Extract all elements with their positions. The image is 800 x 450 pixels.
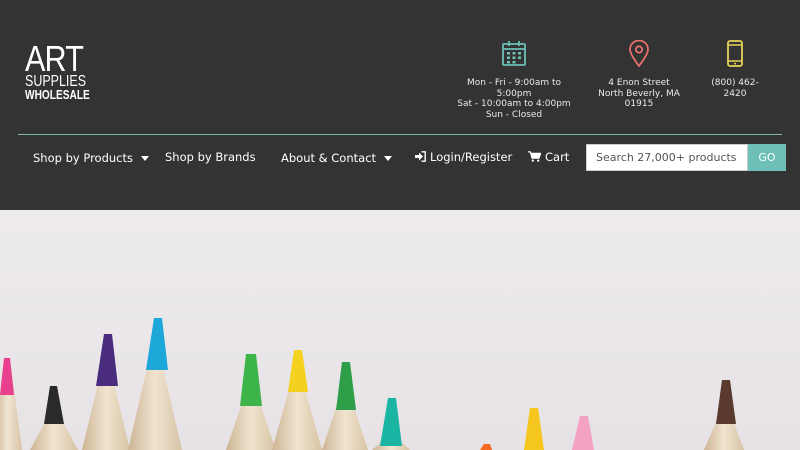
nav-cart[interactable]: Cart (528, 150, 569, 164)
mobile-phone-icon (722, 40, 748, 67)
address-city: North Beverly, MA 01915 (598, 88, 680, 110)
nav-products-label: Shop by Products (33, 151, 133, 165)
store-address[interactable]: 4 Enon Street North Beverly, MA 01915 (586, 39, 692, 110)
logo-line-1: ART (25, 38, 84, 79)
colored-pencils-image (0, 210, 800, 450)
search-go-button[interactable]: GO (748, 144, 786, 171)
nav-cart-label: Cart (545, 150, 570, 164)
site-logo[interactable]: ART SUPPLIES WHOLESALE (24, 38, 90, 104)
calendar-icon (501, 40, 527, 67)
phone-number: (800) 462-2420 (711, 78, 759, 99)
site-header: ART SUPPLIES WHOLESALE Mon - Fri - 9:00a… (0, 0, 800, 210)
hours-saturday: Sat - 10:00am to 4:00pm (457, 99, 571, 109)
nav-login-register[interactable]: Login/Register (415, 150, 512, 164)
hours-weekday: Mon - Fri - 9:00am to 5:00pm (466, 78, 562, 99)
cart-icon (528, 151, 542, 162)
logo-line-3: WHOLESALE (25, 87, 90, 102)
header-divider (18, 134, 782, 135)
store-hours: Mon - Fri - 9:00am to 5:00pm Sat - 10:00… (452, 40, 576, 120)
chevron-down-icon (384, 156, 393, 161)
nav-login-label: Login/Register (430, 150, 513, 164)
sign-in-icon (415, 151, 426, 162)
search-input[interactable] (586, 144, 748, 171)
chevron-down-icon (141, 156, 149, 161)
nav-about-label: About & Contact (281, 151, 377, 165)
hours-sunday: Sun - Closed (485, 109, 543, 120)
map-pin-icon (626, 39, 652, 68)
nav-shop-by-brands[interactable]: Shop by Brands (165, 150, 256, 164)
address-street: 4 Enon Street (608, 78, 670, 88)
nav-about-contact[interactable]: About & Contact (281, 151, 393, 165)
nav-brands-label: Shop by Brands (165, 150, 256, 164)
nav-shop-by-products[interactable]: Shop by Products (33, 151, 149, 165)
store-phone[interactable]: (800) 462-2420 (700, 40, 770, 99)
hero-banner (0, 210, 800, 450)
